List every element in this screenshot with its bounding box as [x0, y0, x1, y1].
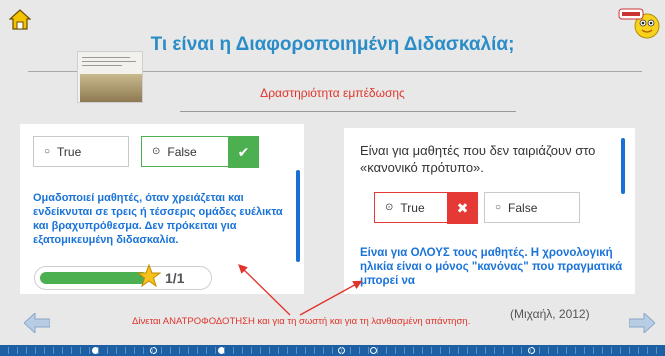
timeline-segment	[125, 347, 126, 354]
timeline-segment	[62, 347, 63, 354]
timeline-segment	[170, 347, 171, 354]
timeline-segment	[188, 347, 189, 354]
timeline-segment	[314, 347, 315, 354]
timeline-segment	[260, 347, 261, 354]
timeline-segment	[35, 347, 36, 354]
timeline-segment	[80, 347, 81, 354]
timeline-segment	[629, 347, 630, 354]
timeline-segment	[512, 347, 513, 354]
timeline-segment	[287, 347, 288, 354]
timeline-segment	[107, 347, 108, 354]
timeline-segment	[98, 347, 99, 354]
timeline-segment	[575, 347, 576, 354]
timeline-segment	[350, 347, 351, 354]
timeline-segment	[530, 347, 531, 354]
timeline-segment	[647, 347, 648, 354]
timeline-segment	[71, 347, 72, 354]
timeline-segment	[476, 347, 477, 354]
timeline-segment	[503, 347, 504, 354]
timeline-segment	[404, 347, 405, 354]
timeline-segment	[206, 347, 207, 354]
timeline-segment	[440, 347, 441, 354]
timeline-segment	[143, 347, 144, 354]
timeline-segment	[215, 347, 216, 354]
timeline-segment	[413, 347, 414, 354]
timeline-segment	[116, 347, 117, 354]
timeline-segment	[638, 347, 639, 354]
timeline-segment	[593, 347, 594, 354]
timeline-segment	[422, 347, 423, 354]
timeline-segment	[224, 347, 225, 354]
timeline-segment	[233, 347, 234, 354]
timeline-segment	[323, 347, 324, 354]
timeline-segment	[467, 347, 468, 354]
annotation-arrows	[238, 264, 363, 316]
timeline-segment	[557, 347, 558, 354]
timeline-segment	[395, 347, 396, 354]
timeline-segment	[197, 347, 198, 354]
timeline-segment	[566, 347, 567, 354]
timeline-marker[interactable]	[370, 347, 377, 354]
timeline-segment	[521, 347, 522, 354]
timeline-segment	[296, 347, 297, 354]
timeline-segment	[539, 347, 540, 354]
timeline-segment	[341, 347, 342, 354]
timeline-segment	[161, 347, 162, 354]
timeline-segment	[44, 347, 45, 354]
timeline-segment	[305, 347, 306, 354]
slide-timeline-bar[interactable]	[0, 345, 665, 356]
timeline-segment	[431, 347, 432, 354]
timeline-segment	[494, 347, 495, 354]
timeline-segment	[359, 347, 360, 354]
timeline-segment	[8, 347, 9, 354]
timeline-segment	[368, 347, 369, 354]
timeline-segment	[278, 347, 279, 354]
timeline-segment	[269, 347, 270, 354]
timeline-segment	[251, 347, 252, 354]
timeline-segment	[134, 347, 135, 354]
timeline-segment	[548, 347, 549, 354]
timeline-segment	[584, 347, 585, 354]
timeline-segment	[656, 347, 657, 354]
timeline-segment	[53, 347, 54, 354]
timeline-segment	[386, 347, 387, 354]
timeline-segment	[449, 347, 450, 354]
timeline-segment	[458, 347, 459, 354]
timeline-segment	[485, 347, 486, 354]
timeline-segment	[179, 347, 180, 354]
citation: (Μιχαήλ, 2012)	[510, 307, 590, 321]
timeline-segment	[611, 347, 612, 354]
timeline-segment	[377, 347, 378, 354]
timeline-segment	[89, 347, 90, 354]
timeline-segment	[152, 347, 153, 354]
timeline-segment	[602, 347, 603, 354]
timeline-segment	[26, 347, 27, 354]
timeline-segment	[242, 347, 243, 354]
timeline-segment	[620, 347, 621, 354]
timeline-segment	[17, 347, 18, 354]
timeline-segment	[332, 347, 333, 354]
